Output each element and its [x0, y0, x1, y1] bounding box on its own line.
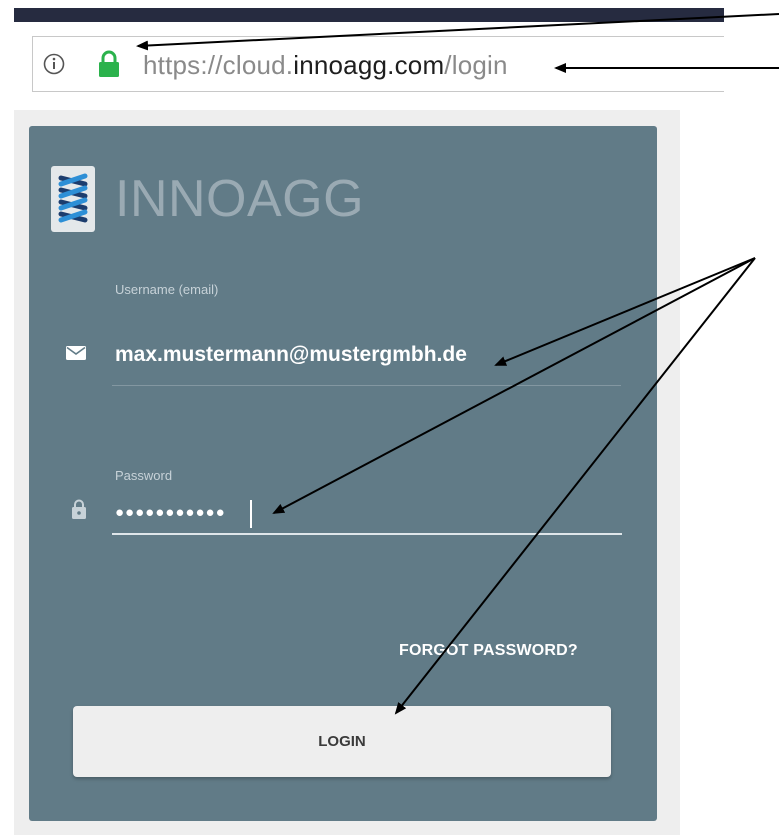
lock-icon — [72, 499, 86, 519]
password-label: Password — [115, 468, 173, 483]
url-host: innoagg.com — [293, 50, 445, 80]
forgot-password-link[interactable]: FORGOT PASSWORD? — [399, 642, 578, 660]
brand-name: INNOAGG — [115, 170, 365, 228]
password-input[interactable]: ●●●●●●●●●●● — [115, 504, 226, 521]
text-caret — [250, 500, 252, 528]
padlock-icon[interactable] — [97, 50, 121, 78]
login-button[interactable]: LOGIN — [73, 706, 611, 777]
address-bar[interactable]: https://cloud.innoagg.com/login — [32, 36, 724, 92]
username-label: Username (email) — [115, 282, 219, 297]
password-underline — [112, 533, 622, 535]
url-text[interactable]: https://cloud.innoagg.com/login — [143, 51, 508, 79]
url-prefix: https://cloud. — [143, 50, 294, 80]
browser-top-bar — [14, 8, 724, 22]
url-path: /login — [444, 50, 508, 80]
username-input[interactable]: max.mustermann@mustergmbh.de — [115, 343, 467, 367]
info-circle-icon[interactable] — [43, 53, 65, 75]
innoagg-logo-icon — [51, 166, 95, 232]
login-card: INNOAGG Username (email) max.mustermann@… — [29, 126, 657, 821]
username-underline — [112, 385, 621, 386]
envelope-icon — [66, 346, 86, 360]
